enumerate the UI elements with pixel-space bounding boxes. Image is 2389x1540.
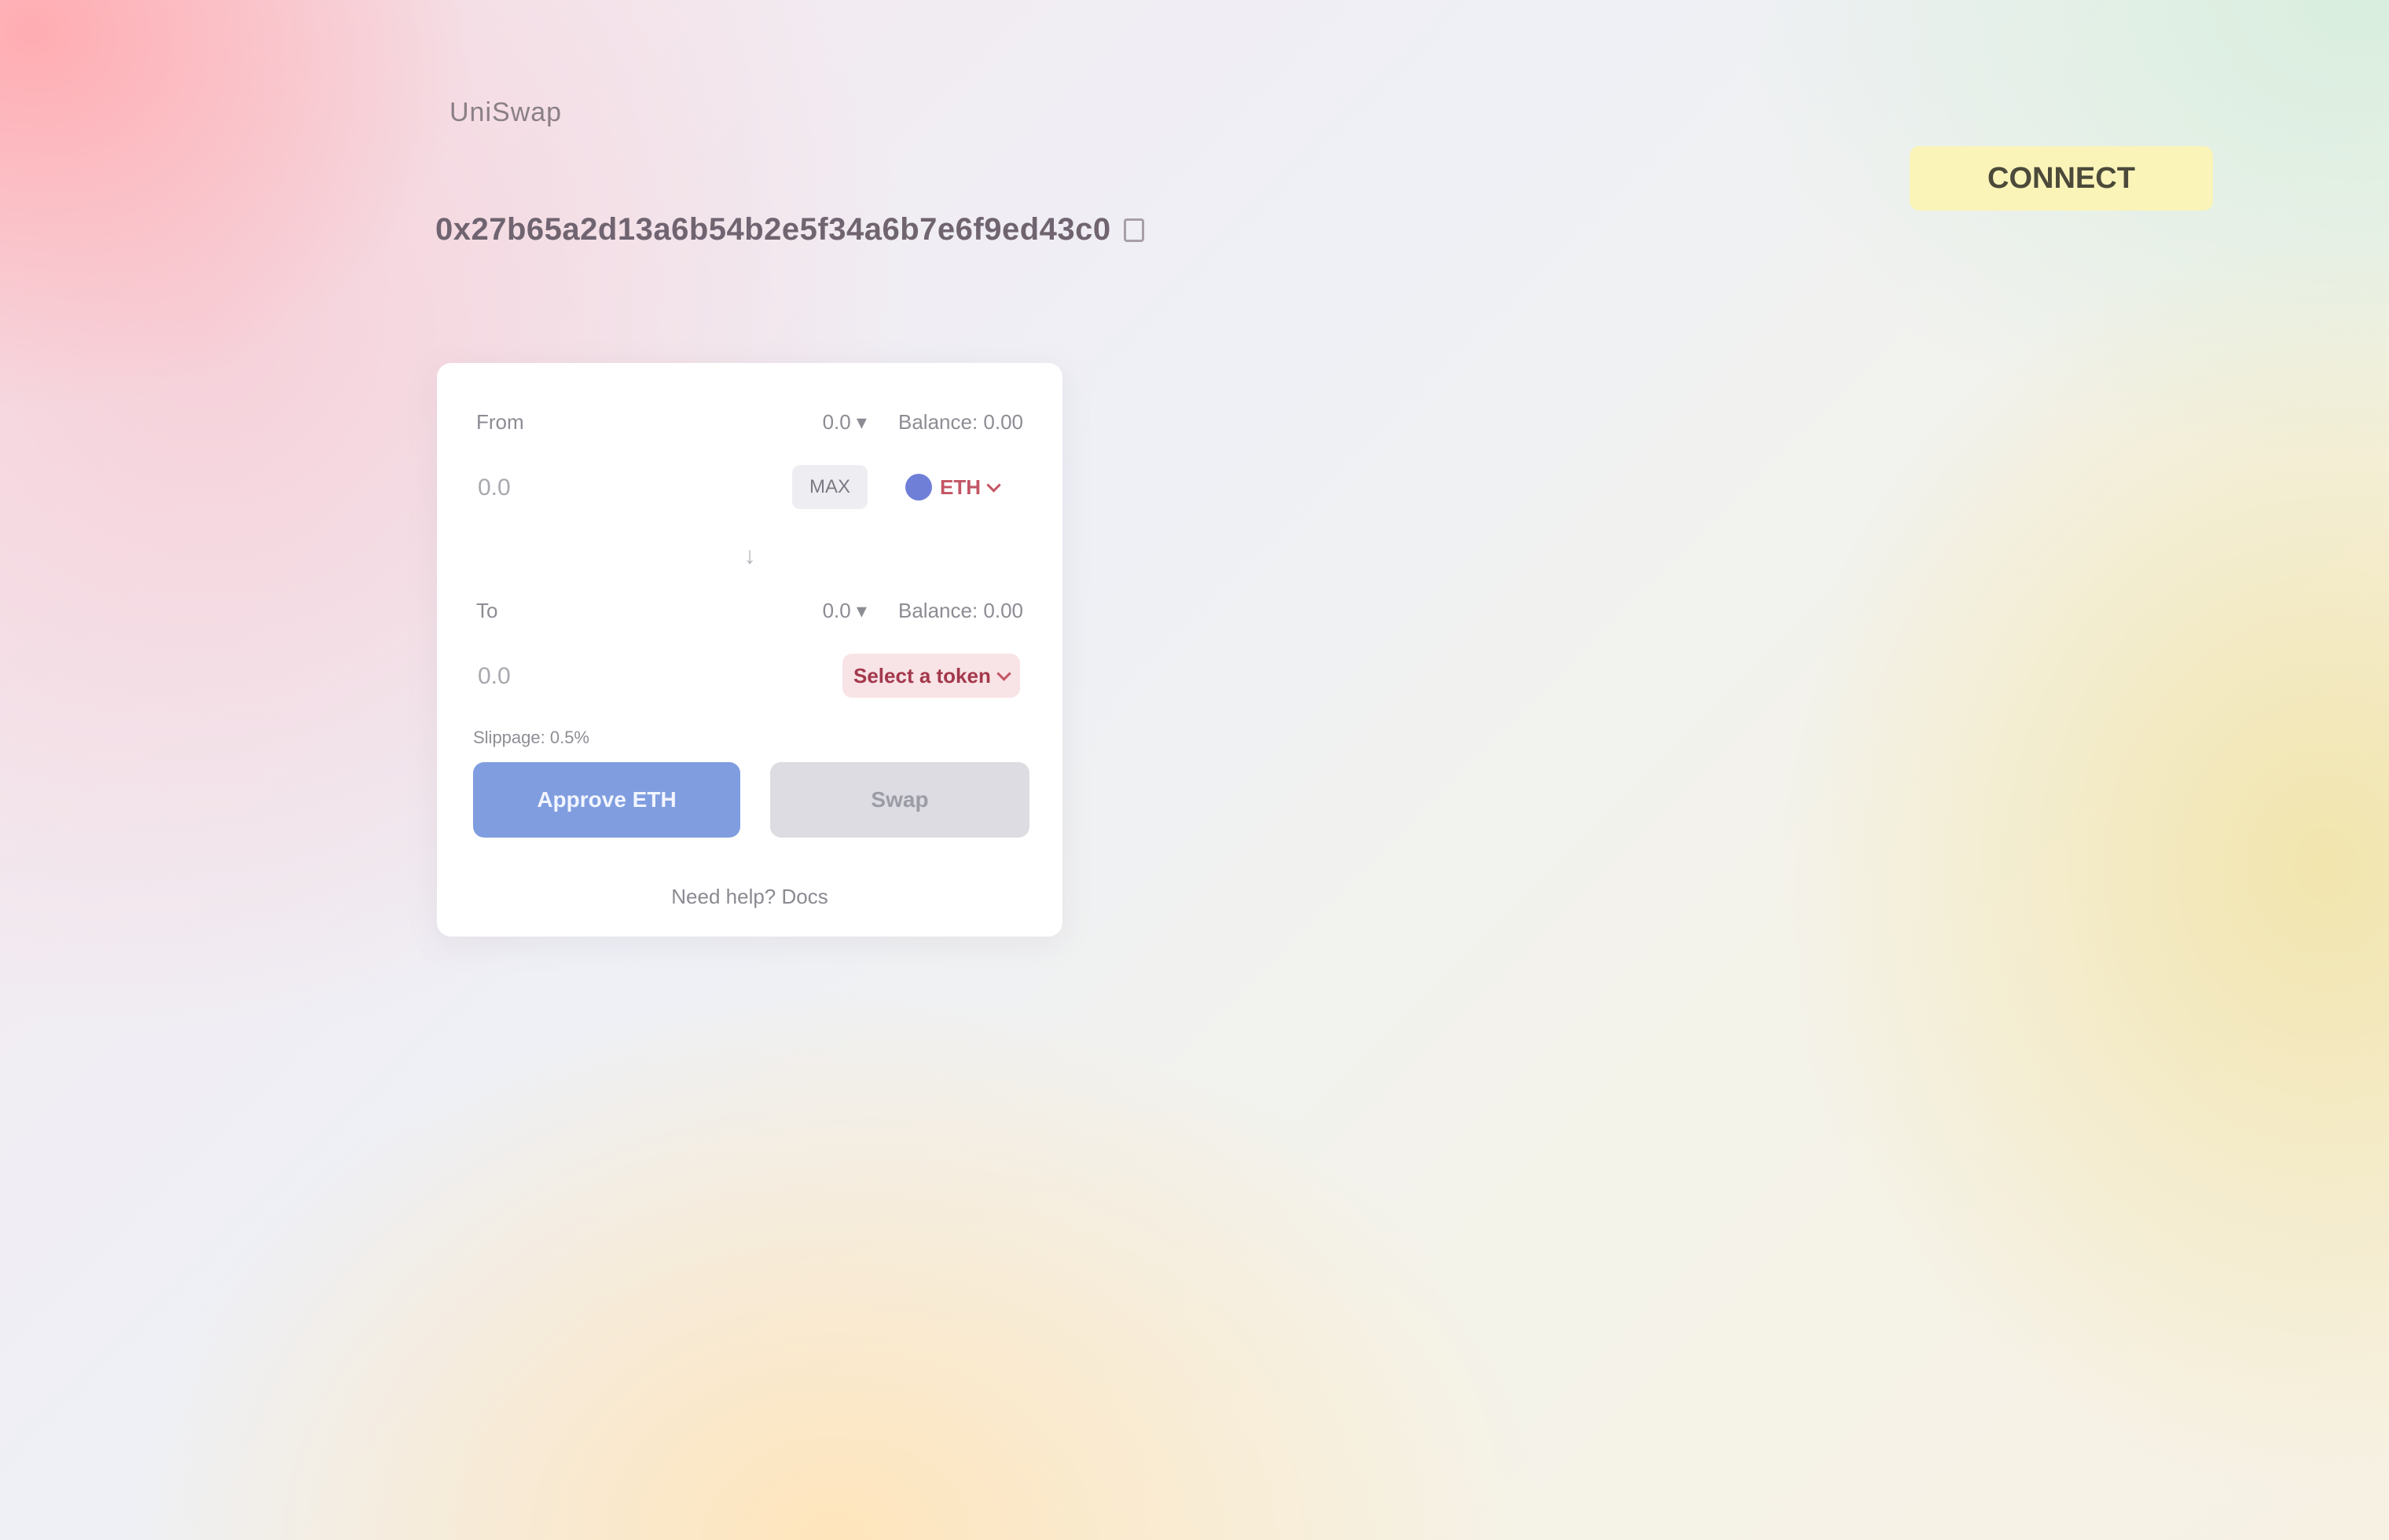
from-amount-input[interactable] [476, 465, 731, 511]
to-label: To [476, 599, 498, 622]
approve-button[interactable]: Approve ETH [473, 762, 740, 838]
from-balance: Balance: 0.00 [897, 410, 1023, 434]
to-balance-select[interactable]: 0.0 ▾ [823, 599, 867, 623]
wallet-address-text: 0x27b65a2d13a6b54b2e5f34a6b7e6f9ed43c0 [435, 212, 1111, 247]
max-button[interactable]: MAX [792, 465, 868, 509]
connect-button[interactable]: CONNECT [1910, 146, 2213, 211]
copy-icon[interactable] [1123, 218, 1144, 242]
chevron-down-icon [986, 477, 1001, 493]
from-token-select[interactable]: ETH [894, 465, 1010, 509]
to-amount-input[interactable] [476, 654, 731, 699]
to-balance: Balance: 0.00 [897, 599, 1023, 622]
from-header: From 0.0 ▾ Balance: 0.00 [476, 410, 1023, 434]
arrow-down-icon[interactable]: ↓ [736, 542, 764, 570]
from-balance-select[interactable]: 0.0 ▾ [823, 410, 867, 434]
chevron-down-icon [996, 666, 1011, 681]
slippage-info: Slippage: 0.5% [473, 728, 589, 747]
app-brand: UniSwap [450, 97, 563, 127]
to-header: To 0.0 ▾ Balance: 0.00 [476, 599, 1023, 623]
token-logo-icon [905, 474, 932, 500]
swap-card: From 0.0 ▾ Balance: 0.00 MAX ETH ↓ To 0.… [437, 363, 1062, 937]
to-token-select[interactable]: Select a token [842, 654, 1020, 698]
from-label: From [476, 410, 524, 434]
help-link[interactable]: Need help? Docs [437, 885, 1062, 909]
wallet-address[interactable]: 0x27b65a2d13a6b54b2e5f34a6b7e6f9ed43c0 [435, 212, 1144, 248]
from-token-label: ETH [940, 475, 981, 499]
to-token-label: Select a token [853, 663, 991, 688]
swap-button[interactable]: Swap [770, 762, 1029, 838]
